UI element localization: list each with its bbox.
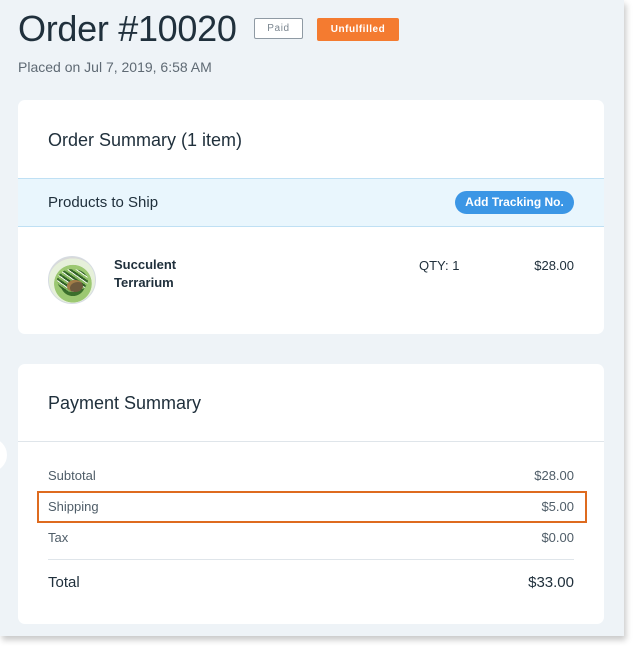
tax-label: Tax bbox=[48, 530, 69, 545]
order-title: Order #10020 bbox=[18, 8, 237, 49]
paid-status-badge: Paid bbox=[254, 18, 303, 39]
total-divider bbox=[48, 559, 574, 560]
subtotal-row: Subtotal $28.00 bbox=[48, 465, 574, 487]
total-value: $33.00 bbox=[528, 574, 574, 591]
payment-summary-card: Payment Summary Subtotal $28.00 Shipping… bbox=[18, 364, 604, 624]
subtotal-label: Subtotal bbox=[48, 468, 96, 483]
unfulfilled-status-badge: Unfulfilled bbox=[317, 18, 399, 41]
order-summary-card: Order Summary (1 item) Products to Ship … bbox=[18, 100, 604, 334]
left-edge-handle bbox=[0, 438, 7, 472]
payment-summary-divider bbox=[18, 441, 604, 442]
tax-value: $0.00 bbox=[541, 530, 574, 545]
terrarium-product-image bbox=[48, 256, 96, 304]
shipping-row: Shipping $5.00 bbox=[48, 496, 574, 518]
placed-on-date: Placed on Jul 7, 2019, 6:58 AM bbox=[18, 59, 212, 75]
subtotal-value: $28.00 bbox=[534, 468, 574, 483]
shipping-value: $5.00 bbox=[541, 499, 574, 514]
products-to-ship-bar: Products to Ship Add Tracking No. bbox=[18, 178, 604, 227]
payment-summary-title: Payment Summary bbox=[48, 393, 202, 413]
order-summary-title: Order Summary (1 item) bbox=[48, 130, 243, 150]
product-name: Succulent Terrarium bbox=[114, 257, 177, 290]
total-row: Total $33.00 bbox=[48, 572, 574, 594]
total-label: Total bbox=[48, 574, 80, 591]
order-details-screen: Order #10020 Paid Unfulfilled Placed on … bbox=[0, 0, 624, 636]
product-price: $28.00 bbox=[534, 258, 574, 273]
add-tracking-number-button[interactable]: Add Tracking No. bbox=[455, 191, 574, 214]
products-to-ship-label: Products to Ship bbox=[48, 194, 159, 211]
product-quantity: QTY: 1 bbox=[419, 258, 460, 273]
tax-row: Tax $0.00 bbox=[48, 527, 574, 549]
shipping-label: Shipping bbox=[48, 499, 99, 514]
order-header: Order #10020 Paid Unfulfilled Placed on … bbox=[18, 6, 608, 86]
